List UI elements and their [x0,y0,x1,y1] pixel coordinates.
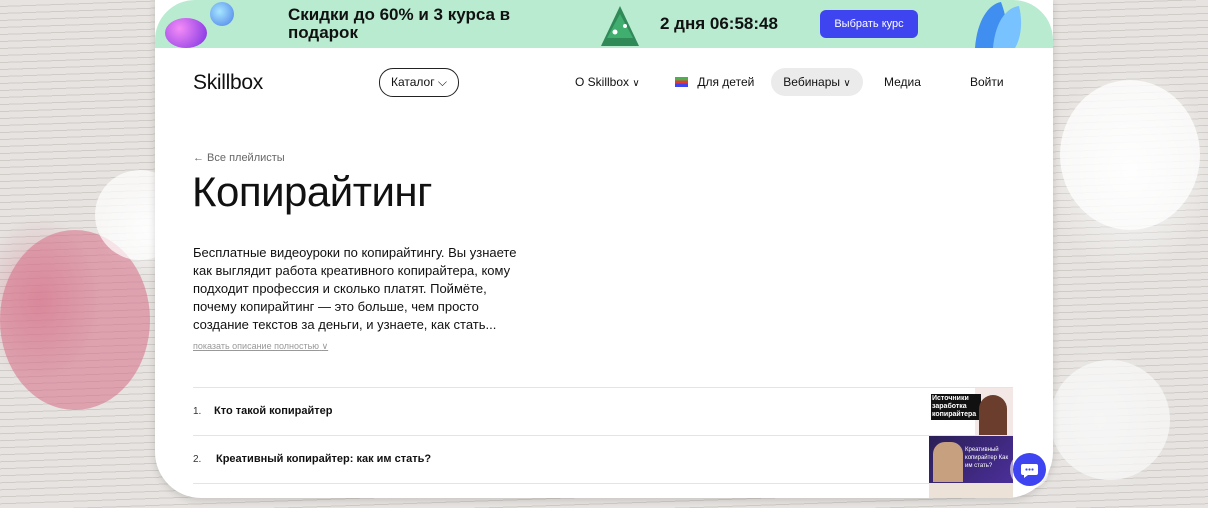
nav-webinars[interactable]: Вебинары ∨ [771,68,863,96]
christmas-tree-icon [601,6,639,46]
promo-banner[interactable]: Скидки до 60% и 3 курса в подарок 2 дня … [155,0,1053,48]
chevron-down-icon: ∨ [321,341,329,351]
nav-webinars-label: Вебинары [783,75,841,89]
list-item[interactable]: 1. Кто такой копирайтер Источники зарабо… [193,387,1013,435]
nav-media[interactable]: Медиа [884,75,921,89]
catalog-label: Каталог [390,75,435,89]
list-item[interactable] [193,483,1013,498]
item-title: Креативный копирайтер: как им стать? [216,453,432,465]
login-link[interactable]: Войти [970,75,1004,89]
presenter-image [933,442,963,482]
nav-kids[interactable]: Для детей [675,75,754,89]
nav-about[interactable]: О Skillbox ∨ [575,75,640,89]
presenter-image [979,395,1007,435]
flower-decoration [1060,80,1200,230]
item-title: Кто такой копирайтер [214,405,333,417]
ornament-icon [210,2,234,26]
skillbox-logo[interactable]: Skillbox [193,71,263,95]
catalog-button[interactable]: Каталог ⌵ [379,68,459,97]
ornament-icon [165,18,207,48]
back-to-playlists-link[interactable]: ← Все плейлисты [193,152,285,164]
page-title: Копирайтинг [192,168,432,215]
thumbnail-caption: Источники заработка копирайтера [931,394,981,420]
chevron-down-icon: ⌵ [437,75,448,89]
chevron-down-icon: ∨ [843,78,851,89]
playlist-description: Бесплатные видеоуроки по копирайтингу. В… [193,245,517,332]
video-thumbnail[interactable]: Креативный копирайтер Как им стать? [929,436,1013,483]
chat-icon [1021,464,1038,478]
item-number: 2. [193,454,202,465]
promo-text: Скидки до 60% и 3 курса в подарок [288,5,511,42]
books-icon [675,77,688,87]
ribbon-decoration-icon [975,2,1022,48]
show-more-label: показать описание полностью [193,341,320,351]
show-more-link[interactable]: показать описание полностью ∨ [193,341,328,352]
choose-course-button[interactable]: Выбрать курс [820,10,918,38]
nav-about-label: О Skillbox [575,75,630,89]
nav-kids-label: Для детей [697,75,755,89]
chevron-down-icon: ∨ [632,78,640,89]
item-number: 1. [193,406,202,417]
video-thumbnail[interactable]: Источники заработка копирайтера [929,388,1013,435]
promo-timer: 2 дня 06:58:48 [660,14,778,33]
thumbnail-caption: Креативный копирайтер Как им стать? [965,447,1009,469]
chat-button[interactable] [1013,453,1046,486]
main-navigation: Skillbox Каталог ⌵ О Skillbox ∨ Для дете… [155,48,1053,118]
playlist-list: 1. Кто такой копирайтер Источники зарабо… [193,387,1013,498]
browser-page: Скидки до 60% и 3 курса в подарок 2 дня … [155,0,1053,498]
list-item[interactable]: 2. Креативный копирайтер: как им стать? … [193,435,1013,483]
flower-decoration [1050,360,1170,480]
video-thumbnail[interactable] [929,484,1013,498]
